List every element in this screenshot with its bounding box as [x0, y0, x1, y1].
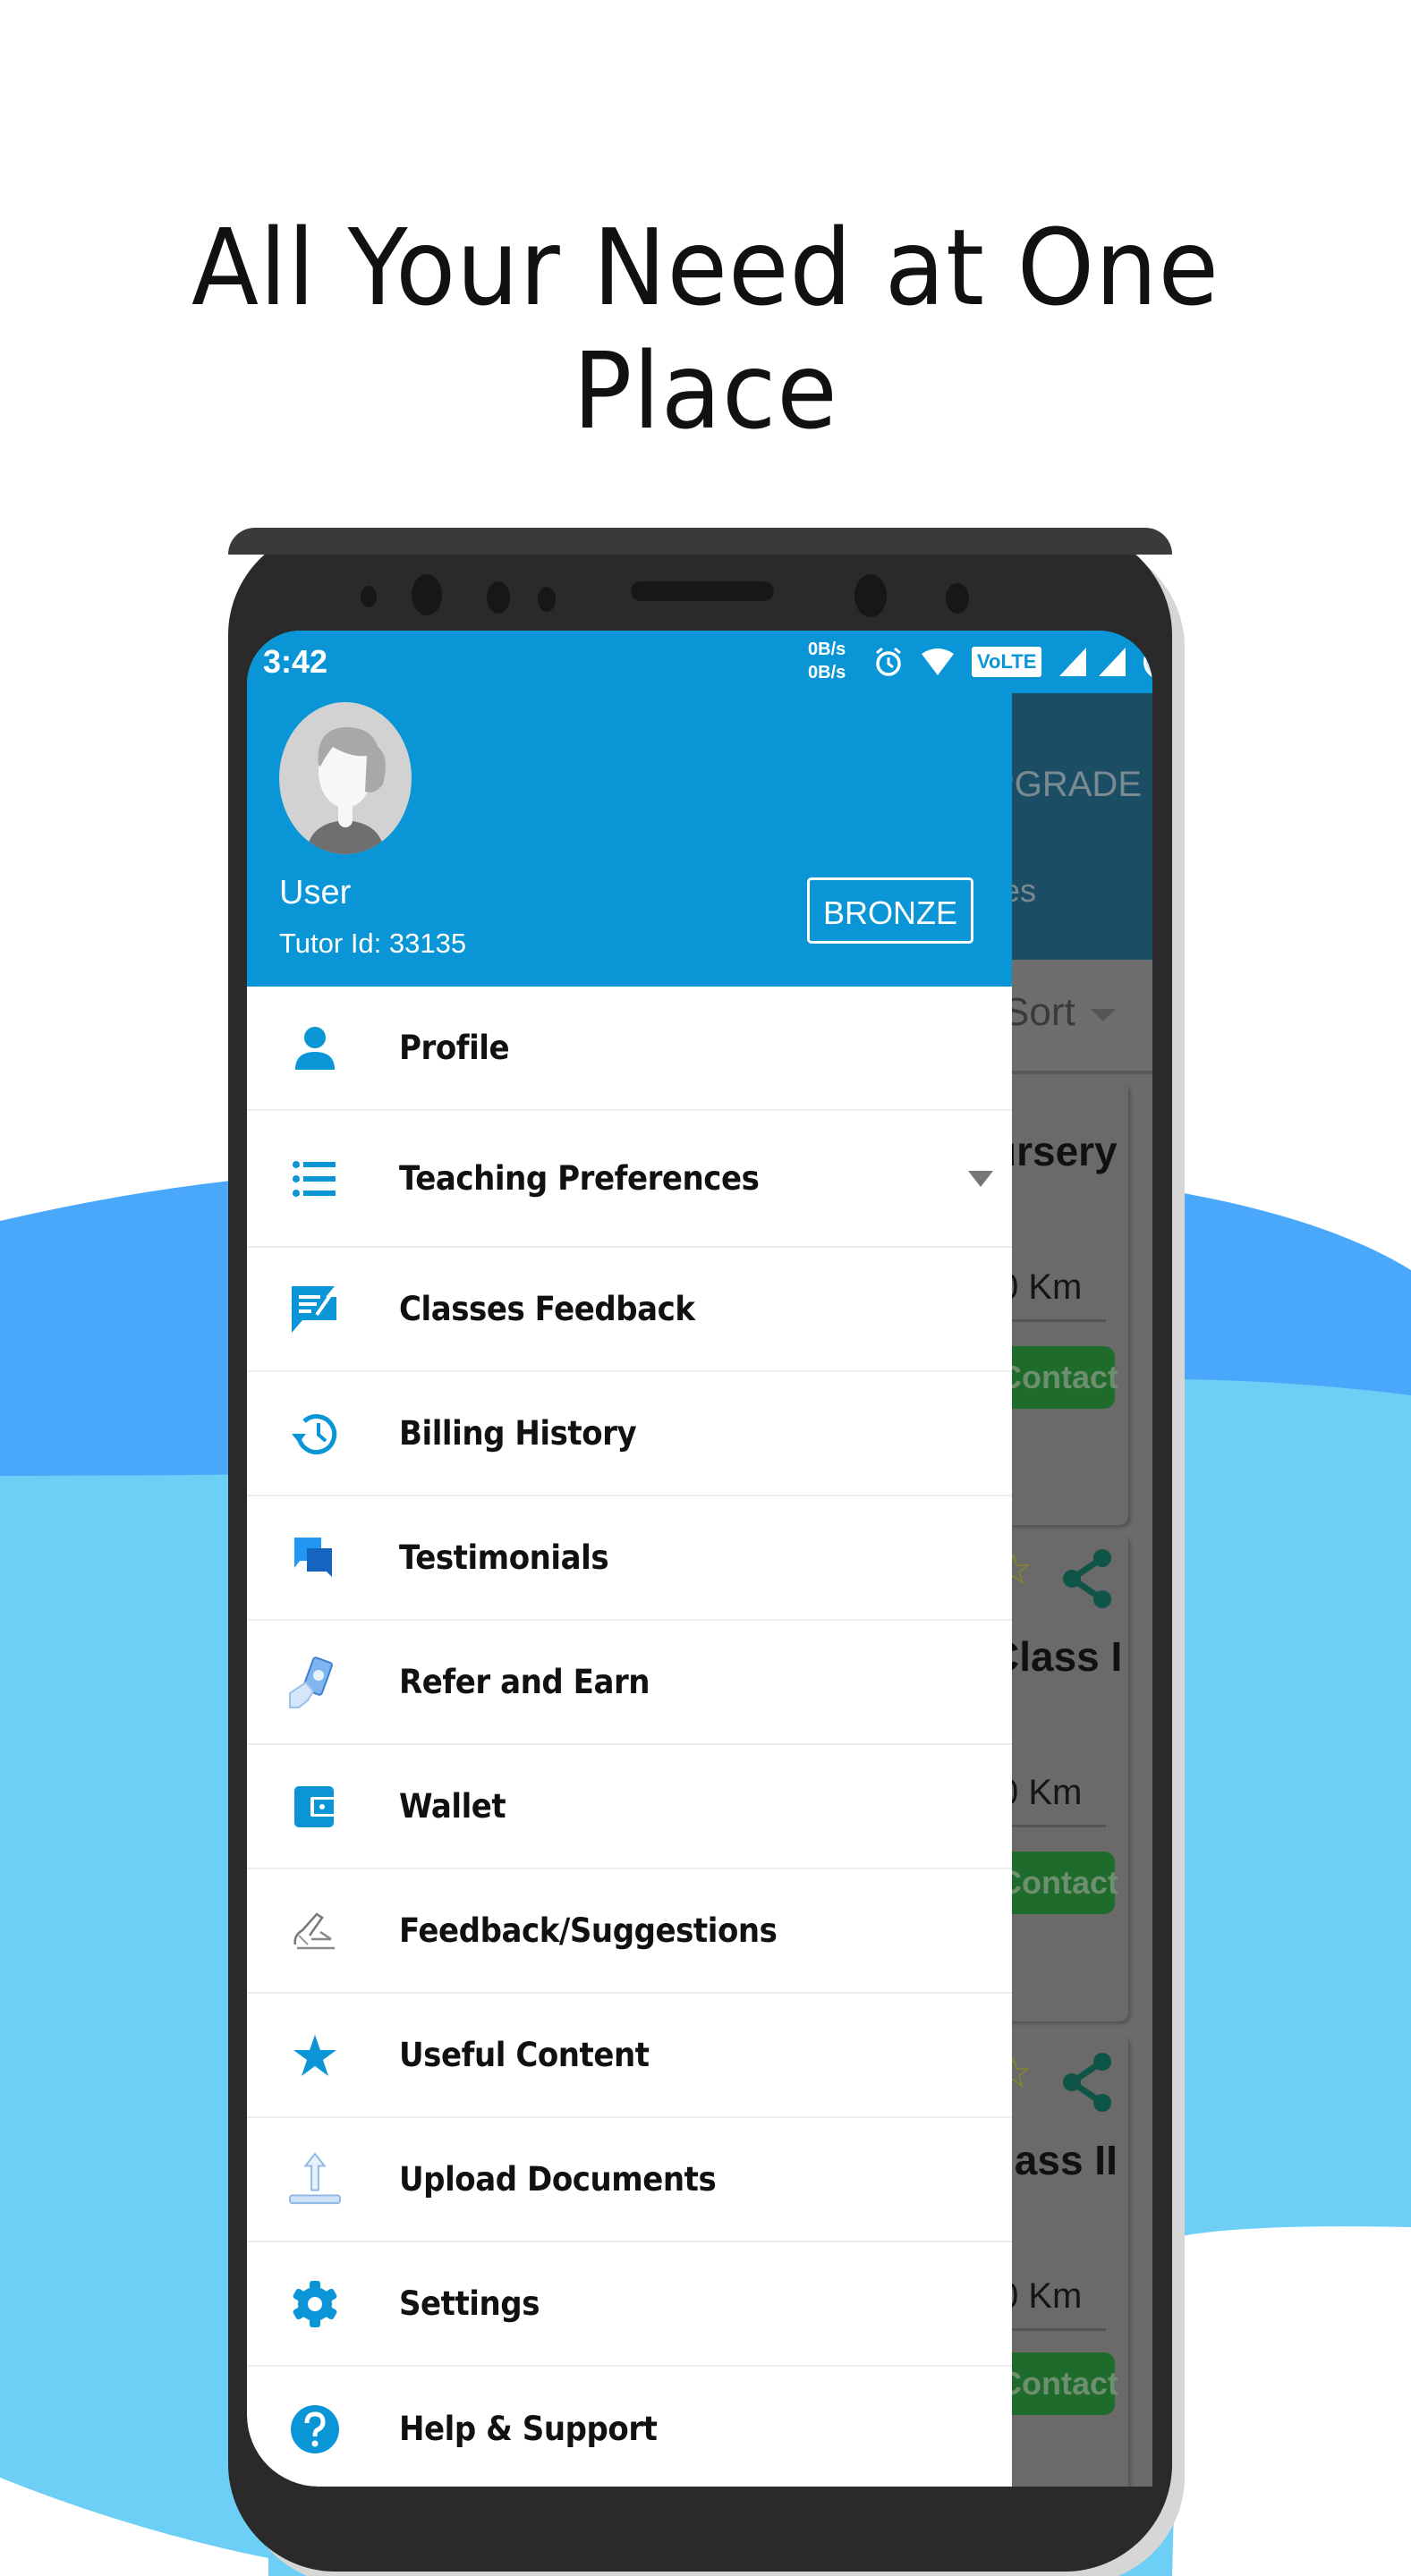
menu-label: Teaching Preferences: [399, 1159, 760, 1198]
help-icon: [288, 2402, 342, 2456]
net-down: 0B/s: [808, 663, 846, 682]
menu-label: Settings: [399, 2284, 540, 2323]
status-icons: VoLTE 55: [873, 641, 1152, 682]
list-icon: [288, 1152, 342, 1206]
alarm-icon: [876, 647, 901, 676]
sensor-dot: [946, 583, 969, 614]
sensor-dot: [487, 581, 510, 614]
upload-icon: [288, 2151, 342, 2207]
phone-frame: UPGRADE ces Sort ursery 0 Km Contact ☆ C…: [228, 528, 1172, 2572]
menu-item-billing-history[interactable]: Billing History: [247, 1372, 1012, 1496]
front-camera-2: [854, 574, 887, 617]
person-icon: [288, 1021, 342, 1075]
money-hand-icon: [288, 1656, 342, 1709]
white-bottom-right: [1172, 2226, 1411, 2576]
menu-label: Wallet: [399, 1787, 506, 1826]
class-card-title: lass II: [1003, 2137, 1118, 2183]
drawer-menu: Profile Teaching Preferences Classes Fee…: [247, 987, 1012, 2487]
writing-hand-icon: [288, 1904, 342, 1958]
signal-icon: [1099, 648, 1126, 676]
card-divider: [999, 1319, 1106, 1322]
menu-label: Upload Documents: [399, 2160, 717, 2199]
status-bar: 3:42 0B/s 0B/s VoLTE: [247, 631, 1152, 693]
headline: All Your Need at One Place: [191, 206, 1220, 453]
history-icon: [288, 1407, 342, 1461]
star-icon: [288, 2029, 342, 2082]
menu-item-teaching-preferences[interactable]: Teaching Preferences: [247, 1111, 1012, 1248]
wallet-icon: [288, 1780, 342, 1834]
chat-bubbles-icon: [288, 1531, 342, 1585]
menu-item-testimonials[interactable]: Testimonials: [247, 1496, 1012, 1621]
net-up: 0B/s: [808, 640, 846, 659]
card-divider: [999, 1825, 1106, 1827]
menu-label: Feedback/Suggestions: [399, 1911, 778, 1950]
menu-label: Help & Support: [399, 2410, 658, 2448]
user-name: User: [279, 874, 352, 911]
menu-label: Testimonials: [399, 1538, 609, 1577]
avatar[interactable]: [279, 702, 412, 854]
network-speed: 0B/s 0B/s: [808, 638, 846, 684]
sensor-dot: [538, 587, 556, 612]
share-icon[interactable]: [1061, 1547, 1115, 1610]
sensor-dot: [361, 586, 377, 607]
phone-screen: UPGRADE ces Sort ursery 0 Km Contact ☆ C…: [247, 631, 1152, 2487]
tutor-id: Tutor Id: 33135: [279, 928, 467, 959]
menu-label: Profile: [399, 1029, 510, 1067]
menu-item-upload-documents[interactable]: Upload Documents: [247, 2118, 1012, 2242]
signal-icon: [1059, 648, 1087, 676]
card-divider: [999, 2328, 1106, 2331]
caret-down-icon: [1091, 1009, 1116, 1021]
volte-badge: VoLTE: [972, 647, 1042, 677]
navigation-drawer: User Tutor Id: 33135 BRONZE Profile Teac…: [247, 631, 1012, 2487]
menu-label: Useful Content: [399, 2036, 650, 2074]
plan-badge-button[interactable]: BRONZE: [807, 877, 973, 944]
menu-label: Billing History: [399, 1414, 637, 1453]
menu-item-settings[interactable]: Settings: [247, 2242, 1012, 2367]
menu-item-feedback-suggestions[interactable]: Feedback/Suggestions: [247, 1869, 1012, 1994]
menu-item-classes-feedback[interactable]: Classes Feedback: [247, 1248, 1012, 1372]
caret-down-icon[interactable]: [968, 1170, 993, 1187]
feedback-icon: [288, 1283, 342, 1336]
phone-rim: [228, 528, 1172, 555]
front-camera: [412, 574, 442, 615]
menu-item-wallet[interactable]: Wallet: [247, 1745, 1012, 1869]
menu-item-help-support[interactable]: Help & Support: [247, 2367, 1012, 2487]
menu-item-profile[interactable]: Profile: [247, 987, 1012, 1111]
menu-label: Refer and Earn: [399, 1663, 650, 1701]
menu-item-refer-and-earn[interactable]: Refer and Earn: [247, 1621, 1012, 1745]
menu-item-useful-content[interactable]: Useful Content: [247, 1994, 1012, 2118]
sort-dropdown[interactable]: Sort: [1003, 990, 1075, 1035]
share-icon[interactable]: [1061, 2051, 1115, 2114]
wifi-icon: [922, 648, 954, 675]
gear-icon: [288, 2277, 342, 2331]
battery-icon: 55: [1143, 644, 1152, 680]
menu-label: Classes Feedback: [399, 1290, 695, 1328]
earpiece-speaker: [631, 581, 774, 601]
status-time: 3:42: [263, 643, 328, 680]
